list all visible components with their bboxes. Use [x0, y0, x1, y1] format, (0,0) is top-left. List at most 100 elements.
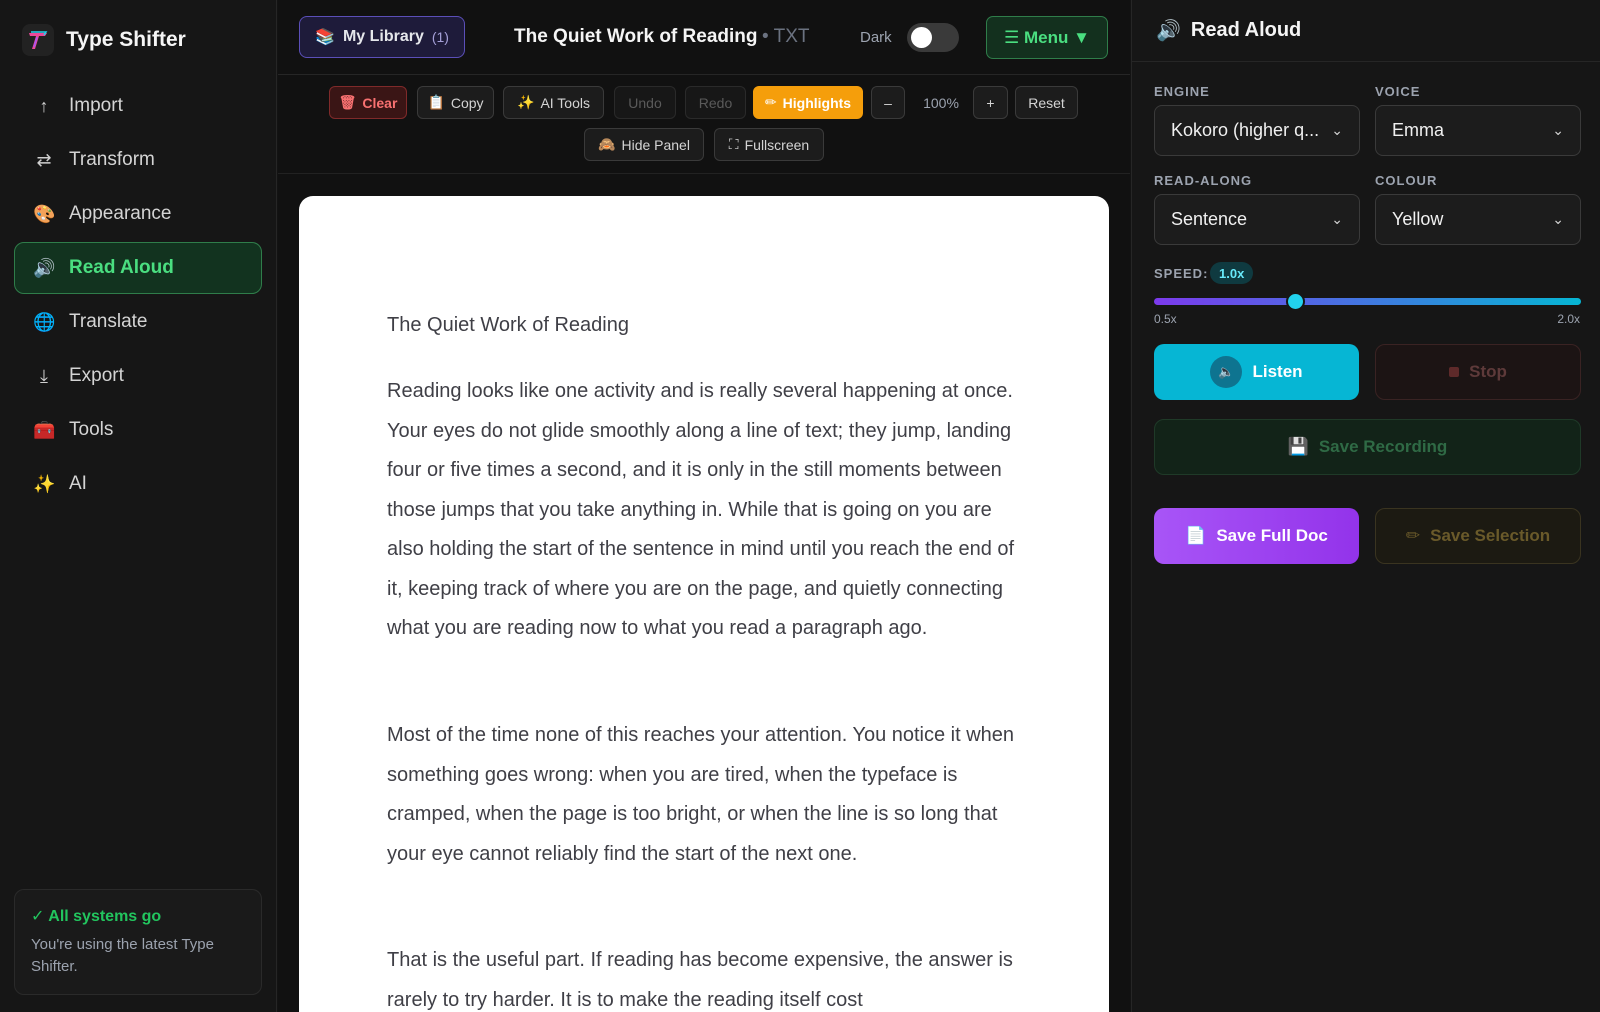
library-label: My Library	[342, 28, 424, 45]
status-card: ✓ All systems go You're using the latest…	[14, 889, 262, 995]
engine-label: ENGINE	[1154, 84, 1210, 99]
sparkles-icon: ✨	[33, 473, 56, 494]
zoom-out-button[interactable]: –	[871, 86, 905, 119]
sidebar-item-label: Translate	[69, 311, 148, 332]
sidebar-item-label: Read Aloud	[69, 257, 174, 278]
app-window: Type Shifter ↑ Import ⇄ Transform 🎨 Appe…	[0, 0, 1600, 1012]
clear-label: Clear	[362, 94, 398, 111]
save-full-doc-label: Save Full Doc	[1216, 526, 1328, 545]
reset-button[interactable]: Reset	[1015, 86, 1078, 119]
dark-mode-toggle[interactable]	[907, 23, 959, 52]
save-recording-button[interactable]: 💾 Save Recording	[1154, 419, 1581, 475]
engine-select[interactable]: Kokoro (higher q... ⌄	[1154, 105, 1360, 156]
arrow-down-icon: ⤓	[40, 365, 48, 386]
globe-icon: 🌐	[33, 311, 56, 332]
fullscreen-button[interactable]: ⛶ Fullscreen	[714, 128, 824, 161]
voice-value: Emma	[1392, 120, 1445, 140]
sidebar-item-label: Import	[69, 95, 123, 116]
chevron-down-icon: ⌄	[1552, 211, 1564, 227]
trash-icon: 🗑	[338, 94, 357, 110]
chevron-down-icon: ⌄	[1331, 211, 1343, 227]
fullscreen-icon: ⛶	[728, 136, 739, 152]
read-along-select[interactable]: Sentence ⌄	[1154, 194, 1360, 245]
listen-button[interactable]: 🔈 Listen	[1154, 344, 1359, 400]
slider-thumb[interactable]	[1285, 292, 1305, 311]
logo-icon	[22, 24, 54, 56]
app-name: Type Shifter	[66, 28, 186, 51]
hide-icon: 🙈	[598, 136, 616, 152]
hide-panel-label: Hide Panel	[621, 136, 690, 153]
sidebar-item-import[interactable]: ↑ Import	[14, 80, 262, 132]
clipboard-icon: 📋	[427, 94, 445, 110]
library-count: (1)	[431, 29, 449, 45]
colour-select[interactable]: Yellow ⌄	[1375, 194, 1581, 245]
status-message: You're using the latest Type Shifter.	[31, 936, 214, 975]
save-recording-label: Save Recording	[1318, 437, 1448, 456]
stop-button[interactable]: Stop	[1375, 344, 1581, 400]
toggle-knob	[911, 27, 932, 48]
save-selection-label: Save Selection	[1430, 526, 1551, 545]
read-along-value: Sentence	[1171, 209, 1248, 229]
sidebar-item-tools[interactable]: 🧰 Tools	[14, 404, 262, 456]
document-icon: 📄	[1185, 526, 1207, 545]
paragraph: Most of the time none of this reaches yo…	[387, 724, 1015, 865]
sidebar-item-transform[interactable]: ⇄ Transform	[14, 134, 262, 186]
sidebar-item-ai[interactable]: ✨ AI	[14, 458, 262, 510]
books-icon: 📚	[315, 29, 335, 46]
voice-select[interactable]: Emma ⌄	[1375, 105, 1581, 156]
redo-button[interactable]: Redo	[685, 86, 746, 119]
copy-button[interactable]: 📋 Copy	[417, 86, 494, 119]
highlights-label: Highlights	[782, 94, 852, 111]
voice-label: VOICE	[1375, 84, 1421, 99]
fullscreen-label: Fullscreen	[744, 136, 810, 153]
panel-header: 🔊 Read Aloud	[1132, 0, 1600, 62]
palette-icon: 🎨	[33, 203, 56, 224]
document-title: The Quiet Work of Reading	[514, 26, 758, 47]
document-heading: The Quiet Work of Reading	[387, 314, 629, 336]
colour-value: Yellow	[1392, 209, 1444, 229]
stop-icon	[1449, 367, 1460, 377]
sidebar-item-export[interactable]: ⤓ Export	[14, 350, 262, 402]
clear-button[interactable]: 🗑 Clear	[329, 86, 407, 119]
paragraph: That is the useful part. If reading has …	[387, 949, 1013, 1011]
brand[interactable]: Type Shifter	[22, 24, 186, 56]
ai-tools-label: AI Tools	[540, 94, 590, 111]
speed-slider[interactable]	[1154, 292, 1581, 311]
save-full-doc-button[interactable]: 📄 Save Full Doc	[1154, 508, 1359, 564]
dark-mode-label: Dark	[860, 29, 892, 46]
engine-value: Kokoro (higher q...	[1171, 120, 1320, 140]
chevron-down-icon: ⌄	[1552, 122, 1564, 138]
arrow-up-icon: ↑	[39, 95, 49, 116]
highlights-button[interactable]: ✏ Highlights	[753, 86, 863, 119]
pencil-icon: ✏	[1405, 526, 1421, 545]
document-page[interactable]: The Quiet Work of Reading Reading looks …	[299, 196, 1109, 1012]
panel-title: Read Aloud	[1190, 19, 1302, 41]
my-library-button[interactable]: 📚 My Library (1)	[299, 16, 465, 58]
speed-max-label: 2.0x	[1557, 312, 1580, 326]
sidebar-item-label: Appearance	[69, 203, 172, 224]
copy-label: Copy	[450, 94, 484, 111]
sidebar-item-label: Tools	[69, 419, 114, 440]
colour-label: COLOUR	[1375, 173, 1438, 188]
status-title: ✓ All systems go	[31, 908, 162, 925]
paragraph: Reading looks like one activity and is r…	[387, 380, 1015, 639]
sidebar-item-label: Export	[69, 365, 124, 386]
swap-icon: ⇄	[36, 149, 52, 170]
sidebar-item-translate[interactable]: 🌐 Translate	[14, 296, 262, 348]
sidebar-item-appearance[interactable]: 🎨 Appearance	[14, 188, 262, 240]
menu-button[interactable]: ☰ Menu ▼	[986, 16, 1108, 59]
floppy-disk-icon: 💾	[1287, 437, 1309, 456]
hide-panel-button[interactable]: 🙈 Hide Panel	[584, 128, 704, 161]
listen-label: Listen	[1252, 362, 1303, 381]
save-selection-button[interactable]: ✏ Save Selection	[1375, 508, 1581, 564]
sidebar-item-read-aloud[interactable]: 🔊 Read Aloud	[14, 242, 262, 294]
undo-button[interactable]: Undo	[614, 86, 676, 119]
speed-value-badge: 1.0x	[1210, 262, 1254, 284]
speed-min-label: 0.5x	[1154, 312, 1177, 326]
zoom-in-button[interactable]: +	[973, 86, 1008, 119]
zoom-level: 100%	[923, 94, 959, 111]
read-aloud-panel: 🔊 Read Aloud ENGINE VOICE Kokoro (higher…	[1131, 0, 1600, 1012]
ai-tools-button[interactable]: ✨ AI Tools	[503, 86, 604, 119]
editor-area: 📚 My Library (1) The Quiet Work of Readi…	[278, 0, 1130, 1012]
toolbox-icon: 🧰	[33, 419, 56, 440]
